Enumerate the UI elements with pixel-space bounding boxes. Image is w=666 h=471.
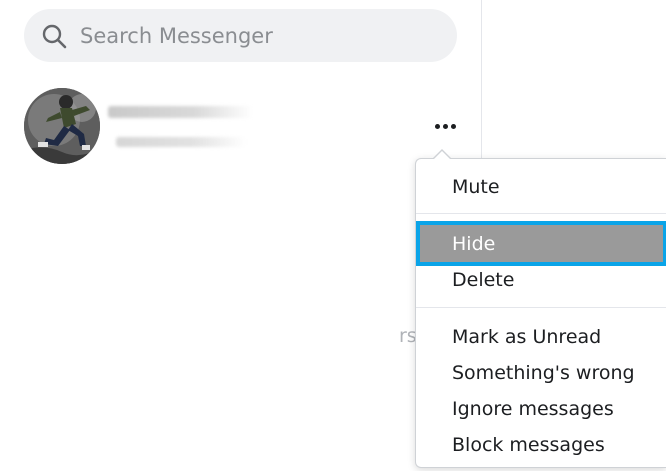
search-bar[interactable] (24, 9, 457, 62)
menu-item-delete[interactable]: Delete (416, 262, 666, 298)
blurred-contact-name (108, 106, 253, 118)
panel-divider (481, 0, 482, 160)
menu-item-mute[interactable]: Mute (416, 169, 666, 205)
avatar[interactable] (24, 88, 100, 164)
menu-item-something-wrong[interactable]: Something's wrong (416, 355, 666, 391)
search-icon (41, 23, 67, 49)
dot (442, 123, 448, 129)
conversation-context-menu: Mute Hide Delete Mark as Unread Somethin… (415, 158, 666, 468)
dot (434, 123, 440, 129)
search-input[interactable] (78, 22, 442, 49)
menu-item-block-messages[interactable]: Block messages (416, 427, 666, 463)
conversation-options-button[interactable] (430, 114, 460, 138)
menu-divider (416, 213, 666, 214)
more-dots-icon (434, 123, 456, 129)
menu-item-ignore-messages[interactable]: Ignore messages (416, 391, 666, 427)
menu-item-hide[interactable]: Hide (416, 221, 666, 266)
messenger-window: rs Mute Hide Delete Mark as Unread Somet… (0, 0, 666, 471)
dot (450, 123, 456, 129)
blurred-message-snippet (116, 137, 246, 147)
menu-item-mark-as-unread[interactable]: Mark as Unread (416, 319, 666, 355)
menu-caret-fill (433, 151, 451, 160)
conversation-row[interactable] (0, 84, 481, 168)
menu-divider (416, 307, 666, 308)
